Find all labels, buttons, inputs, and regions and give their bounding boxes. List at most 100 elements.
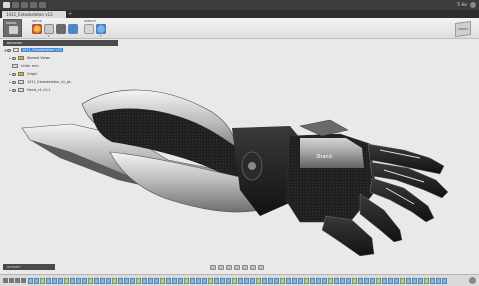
timeline-play-icon[interactable]	[15, 278, 20, 283]
timeline-feature-icon[interactable]	[52, 278, 57, 284]
timeline-feature-icon[interactable]	[250, 278, 255, 284]
timeline-feature-icon[interactable]	[100, 278, 105, 284]
timeline-feature-icon[interactable]	[142, 278, 147, 284]
timeline-feature-icon[interactable]	[424, 278, 429, 284]
timeline-feature-icon[interactable]	[310, 278, 315, 284]
timeline-feature-icon[interactable]	[256, 278, 261, 284]
sketch-dropdown-icon[interactable]: ▾	[100, 34, 102, 38]
timeline-feature-icon[interactable]	[370, 278, 375, 284]
timeline-end-icon[interactable]	[21, 278, 26, 283]
timeline-feature-icon[interactable]	[28, 278, 33, 284]
timeline-feature-icon[interactable]	[76, 278, 81, 284]
timeline-feature-icon[interactable]	[274, 278, 279, 284]
timeline-feature-icon[interactable]	[322, 278, 327, 284]
tree-root[interactable]: ◢ 1411_Extoskeleton v13	[3, 46, 118, 54]
timeline-feature-icon[interactable]	[376, 278, 381, 284]
timeline-feature-icon[interactable]	[430, 278, 435, 284]
setup-dropdown-icon[interactable]: ▾	[48, 34, 50, 38]
grid-icon[interactable]	[250, 264, 256, 270]
timeline-feature-icon[interactable]	[232, 278, 237, 284]
timeline-feature-icon[interactable]	[262, 278, 267, 284]
timeline-feature-icon[interactable]	[394, 278, 399, 284]
timeline-feature-icon[interactable]	[160, 278, 165, 284]
timeline-feature-icon[interactable]	[136, 278, 141, 284]
render-icon[interactable]	[84, 24, 94, 34]
visibility-icon[interactable]	[12, 80, 16, 84]
timeline-feature-icon[interactable]	[412, 278, 417, 284]
file-menu-icon[interactable]	[12, 2, 19, 8]
timeline-feature-icon[interactable]	[418, 278, 423, 284]
timeline-settings-icon[interactable]	[469, 277, 476, 284]
tree-item-component-1[interactable]: ▸ 1411_Extoskeleton_v1_pt...	[3, 78, 118, 86]
timeline-feature-icon[interactable]	[112, 278, 117, 284]
timeline-feature-icon[interactable]	[340, 278, 345, 284]
viewcube[interactable]: FRONT	[455, 20, 471, 38]
timeline-feature-icon[interactable]	[364, 278, 369, 284]
timeline-feature-icon[interactable]	[148, 278, 153, 284]
timeline-feature-icon[interactable]	[124, 278, 129, 284]
timeline-feature-icon[interactable]	[346, 278, 351, 284]
timeline-feature-icon[interactable]	[82, 278, 87, 284]
document-tab[interactable]: 1411_Extoskeleton v13	[2, 11, 66, 18]
timeline-feature-icon[interactable]	[208, 278, 213, 284]
visibility-icon[interactable]	[7, 48, 11, 52]
environment-icon[interactable]	[68, 24, 78, 34]
timeline-feature-icon[interactable]	[358, 278, 363, 284]
timeline-feature-icon[interactable]	[202, 278, 207, 284]
timeline-feature-icon[interactable]	[106, 278, 111, 284]
physical-material-icon[interactable]	[44, 24, 54, 34]
new-tab-icon[interactable]: +	[68, 11, 72, 17]
timeline-feature-icon[interactable]	[442, 278, 447, 284]
timeline-feature-icon[interactable]	[172, 278, 177, 284]
scene-settings-icon[interactable]	[56, 24, 66, 34]
help-icon[interactable]	[470, 2, 476, 8]
timeline-feature-icon[interactable]	[154, 278, 159, 284]
save-icon[interactable]	[21, 2, 28, 8]
timeline-feature-icon[interactable]	[298, 278, 303, 284]
timeline-feature-icon[interactable]	[304, 278, 309, 284]
timeline-feature-icon[interactable]	[388, 278, 393, 284]
fit-icon[interactable]	[234, 264, 240, 270]
timeline-feature-icon[interactable]	[382, 278, 387, 284]
undo-icon[interactable]	[30, 2, 37, 8]
timeline-feature-icon[interactable]	[268, 278, 273, 284]
tree-item-component-2[interactable]: ▸ Hand_v1 v1:1	[3, 86, 118, 94]
timeline-feature-icon[interactable]	[316, 278, 321, 284]
timeline-feature-icon[interactable]	[352, 278, 357, 284]
pan-icon[interactable]	[218, 264, 224, 270]
timeline-feature-icon[interactable]	[178, 278, 183, 284]
redo-icon[interactable]	[39, 2, 46, 8]
timeline-feature-icon[interactable]	[94, 278, 99, 284]
timeline-feature-icon[interactable]	[34, 278, 39, 284]
timeline-start-icon[interactable]	[3, 278, 8, 283]
tree-item-origin[interactable]: ▸ Origin	[3, 70, 118, 78]
activity-panel-header[interactable]: ACTIVITY	[3, 264, 55, 270]
timeline-feature-icon[interactable]	[196, 278, 201, 284]
timeline-feature-icon[interactable]	[214, 278, 219, 284]
orbit-icon[interactable]	[210, 264, 216, 270]
timeline-feature-icon[interactable]	[64, 278, 69, 284]
user-name[interactable]: Ti Ho	[457, 2, 467, 7]
app-menu-icon[interactable]	[3, 2, 10, 8]
timeline-feature-icon[interactable]	[436, 278, 441, 284]
timeline-feature-icon[interactable]	[292, 278, 297, 284]
visibility-icon[interactable]	[12, 56, 16, 60]
timeline-feature-icon[interactable]	[220, 278, 225, 284]
timeline-feature-icon[interactable]	[190, 278, 195, 284]
timeline-feature-icon[interactable]	[130, 278, 135, 284]
tree-item-named-views[interactable]: ▸ Named Views	[3, 54, 118, 62]
timeline-feature-icon[interactable]	[166, 278, 171, 284]
timeline-feature-icon[interactable]	[40, 278, 45, 284]
timeline-feature-icon[interactable]	[286, 278, 291, 284]
timeline-feature-icon[interactable]	[280, 278, 285, 284]
timeline-feature-icon[interactable]	[46, 278, 51, 284]
visibility-icon[interactable]	[12, 72, 16, 76]
tree-item-units[interactable]: Units: mm	[3, 62, 118, 70]
workspace-switcher[interactable]: MODEL	[3, 19, 22, 37]
viewports-icon[interactable]	[258, 264, 264, 270]
timeline-feature-icon[interactable]	[406, 278, 411, 284]
zoom-icon[interactable]	[226, 264, 232, 270]
timeline-feature-icon[interactable]	[88, 278, 93, 284]
timeline-feature-icon[interactable]	[328, 278, 333, 284]
timeline-feature-icon[interactable]	[244, 278, 249, 284]
